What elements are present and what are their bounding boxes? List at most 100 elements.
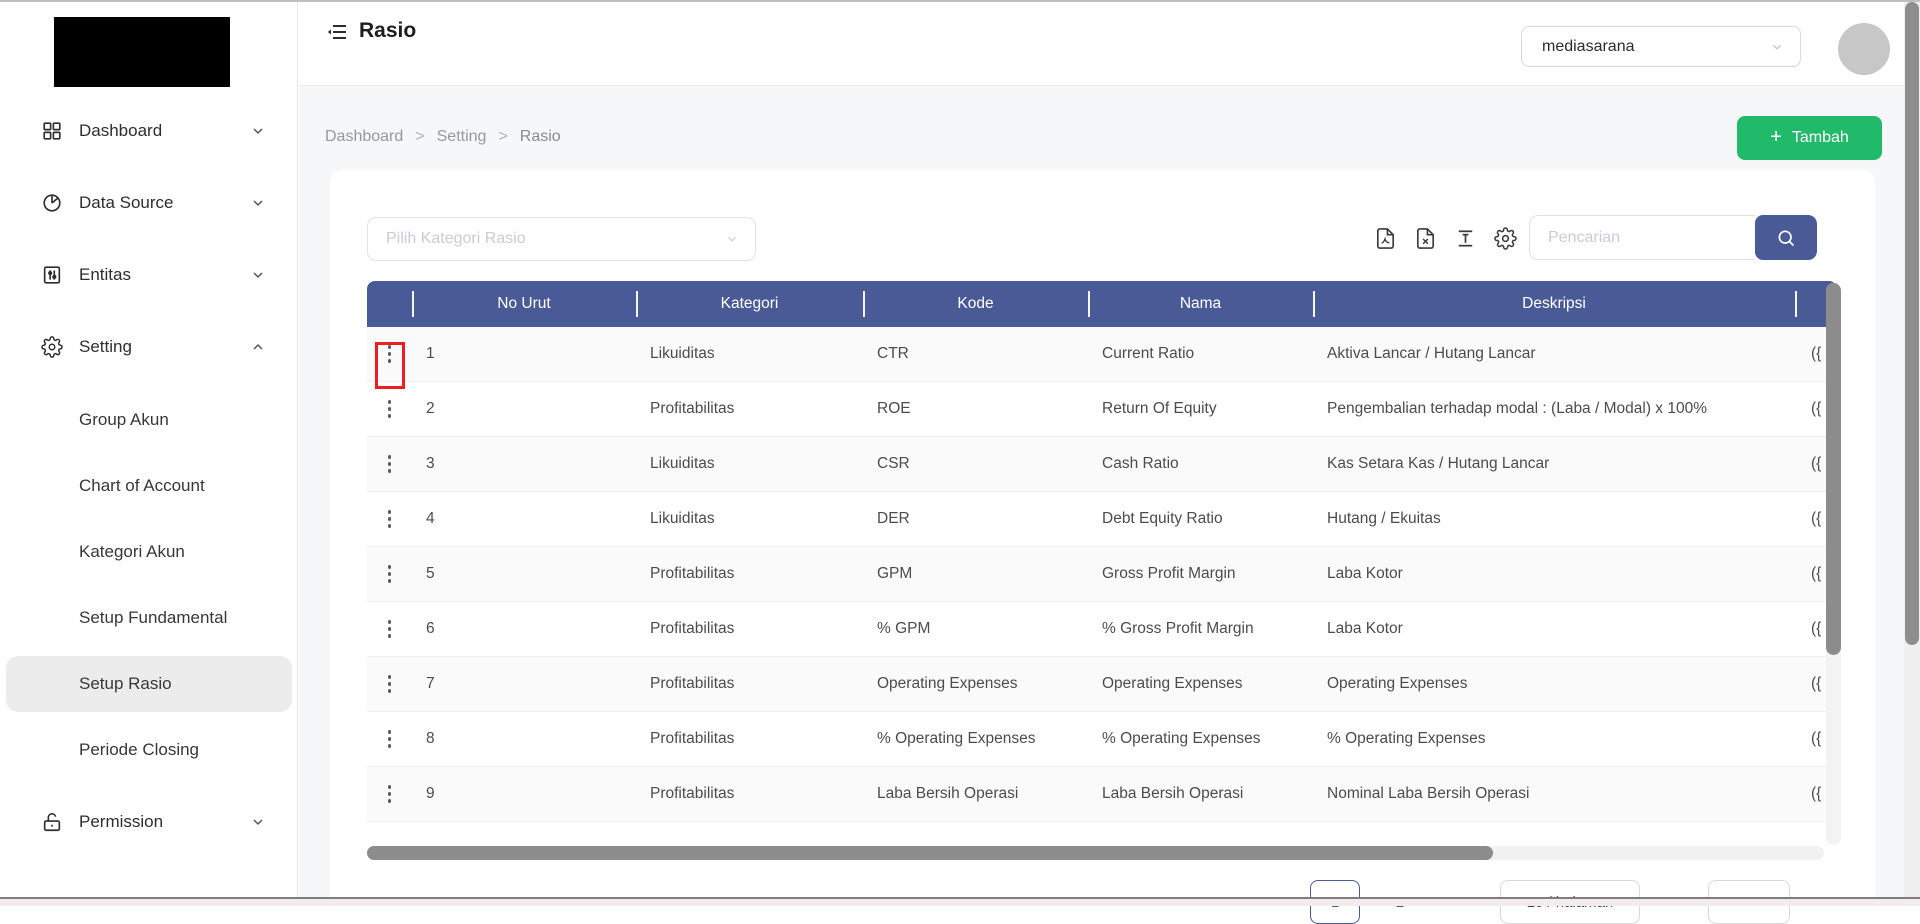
cell-deskripsi: Kas Setara Kas / Hutang Lancar bbox=[1313, 455, 1795, 473]
row-actions-menu[interactable] bbox=[367, 730, 412, 748]
search-button[interactable] bbox=[1755, 215, 1817, 260]
cell-nama: % Operating Expenses bbox=[1088, 730, 1313, 748]
table-row: 9ProfitabilitasLaba Bersih OperasiLaba B… bbox=[367, 767, 1837, 822]
horizontal-scrollbar-thumb[interactable] bbox=[367, 846, 1493, 860]
gear-icon bbox=[41, 336, 63, 358]
table-row: 4LikuiditasDERDebt Equity RatioHutang / … bbox=[367, 492, 1837, 547]
sidebar-item-chart-of-account[interactable]: Chart of Account bbox=[0, 459, 298, 513]
cell-nama: % Gross Profit Margin bbox=[1088, 620, 1313, 638]
cell-nama: Cash Ratio bbox=[1088, 455, 1313, 473]
table-header-no-urut: No Urut bbox=[412, 281, 636, 327]
workspace-select[interactable]: mediasarana bbox=[1521, 26, 1801, 67]
cell-kategori: Likuiditas bbox=[636, 345, 863, 363]
kebab-icon bbox=[388, 730, 392, 748]
table-card: Pilih Kategori Rasio bbox=[330, 170, 1875, 906]
cell-no: 7 bbox=[412, 675, 636, 693]
page-scrollbar-thumb[interactable] bbox=[1905, 2, 1919, 645]
table-row: 6Profitabilitas% GPM% Gross Profit Margi… bbox=[367, 602, 1837, 657]
row-actions-menu[interactable] bbox=[367, 510, 412, 528]
cell-nama: Operating Expenses bbox=[1088, 675, 1313, 693]
cell-no: 8 bbox=[412, 730, 636, 748]
top-bar: Rasio mediasarana bbox=[299, 2, 1920, 86]
avatar[interactable] bbox=[1838, 23, 1890, 75]
pdf-export-icon[interactable] bbox=[1374, 227, 1397, 250]
kebab-icon bbox=[388, 510, 392, 528]
sidebar-item-entitas[interactable]: Entitas bbox=[0, 241, 298, 309]
sidebar-item-group-akun[interactable]: Group Akun bbox=[0, 393, 298, 447]
row-actions-menu[interactable] bbox=[367, 785, 412, 803]
sidebar-item-data-source[interactable]: Data Source bbox=[0, 169, 298, 237]
sidebar-item-dashboard[interactable]: Dashboard bbox=[0, 97, 298, 165]
highlight-box bbox=[375, 342, 405, 389]
cell-kode: GPM bbox=[863, 565, 1088, 583]
table-header-actions bbox=[367, 281, 412, 327]
breadcrumb: Dashboard > Setting > Rasio bbox=[325, 128, 561, 146]
column-settings-gear-icon[interactable] bbox=[1494, 227, 1517, 250]
cell-deskripsi: Laba Kotor bbox=[1313, 565, 1795, 583]
search-icon bbox=[1776, 228, 1796, 248]
sidebar-item-label: Setting bbox=[79, 337, 132, 357]
text-height-icon[interactable] bbox=[1454, 227, 1477, 250]
sidebar-item-kategori-akun[interactable]: Kategori Akun bbox=[0, 525, 298, 579]
content-area: Dashboard > Setting > Rasio + Tambah Pil… bbox=[299, 86, 1904, 906]
chevron-down-icon bbox=[725, 232, 739, 246]
row-actions-menu[interactable] bbox=[367, 400, 412, 418]
kebab-icon bbox=[388, 620, 392, 638]
page-scrollbar-track bbox=[1904, 2, 1920, 906]
kebab-icon bbox=[388, 400, 392, 418]
sidebar-item-setup-rasio[interactable]: Setup Rasio bbox=[0, 657, 298, 711]
kebab-icon bbox=[388, 785, 392, 803]
excel-export-icon[interactable] bbox=[1414, 227, 1437, 250]
cell-kategori: Profitabilitas bbox=[636, 730, 863, 748]
sidebar-subitem-label: Group Akun bbox=[79, 410, 169, 430]
cell-nama: Debt Equity Ratio bbox=[1088, 510, 1313, 528]
category-filter-select[interactable]: Pilih Kategori Rasio bbox=[367, 217, 756, 261]
breadcrumb-setting[interactable]: Setting bbox=[437, 128, 487, 146]
grid-icon bbox=[41, 120, 63, 142]
table-header-deskripsi: Deskripsi bbox=[1313, 281, 1795, 327]
add-button-label: Tambah bbox=[1792, 129, 1849, 147]
sidebar-item-permission[interactable]: Permission bbox=[0, 788, 298, 856]
chevron-down-icon bbox=[250, 814, 266, 830]
cell-kategori: Profitabilitas bbox=[636, 565, 863, 583]
cell-no: 5 bbox=[412, 565, 636, 583]
row-actions-menu[interactable] bbox=[367, 565, 412, 583]
sidebar-subitem-label: Chart of Account bbox=[79, 476, 205, 496]
window-bottom-strip bbox=[0, 899, 1920, 906]
chevron-down-icon bbox=[250, 123, 266, 139]
sidebar-item-setting[interactable]: Setting bbox=[0, 313, 298, 381]
cell-deskripsi: Pengembalian terhadap modal : (Laba / Mo… bbox=[1313, 400, 1795, 418]
cell-deskripsi: % Operating Expenses bbox=[1313, 730, 1795, 748]
chevron-up-icon bbox=[250, 339, 266, 355]
cell-kategori: Likuiditas bbox=[636, 455, 863, 473]
table-scrollbar-thumb[interactable] bbox=[1826, 283, 1841, 655]
sidebar-subitem-label: Setup Rasio bbox=[79, 674, 172, 694]
table-row: 1LikuiditasCTRCurrent RatioAktiva Lancar… bbox=[367, 327, 1837, 382]
table-header-kode: Kode bbox=[863, 281, 1088, 327]
cell-no: 4 bbox=[412, 510, 636, 528]
sidebar-item-periode-closing[interactable]: Periode Closing bbox=[0, 723, 298, 777]
table-row: 5ProfitabilitasGPMGross Profit MarginLab… bbox=[367, 547, 1837, 602]
sidebar-subitem-label: Kategori Akun bbox=[79, 542, 185, 562]
cell-kategori: Profitabilitas bbox=[636, 400, 863, 418]
sliders-icon bbox=[41, 264, 63, 286]
add-button[interactable]: + Tambah bbox=[1737, 116, 1882, 160]
unlock-icon bbox=[41, 811, 63, 833]
search-input[interactable] bbox=[1529, 215, 1755, 260]
kebab-icon bbox=[388, 455, 392, 473]
row-actions-menu[interactable] bbox=[367, 455, 412, 473]
sidebar-item-label: Dashboard bbox=[79, 121, 162, 141]
breadcrumb-separator: > bbox=[498, 128, 507, 146]
row-actions-menu[interactable] bbox=[367, 675, 412, 693]
cell-kode: CSR bbox=[863, 455, 1088, 473]
table-header-row: No Urut Kategori Kode Nama Deskripsi bbox=[367, 281, 1837, 327]
menu-fold-icon[interactable] bbox=[325, 20, 349, 44]
row-actions-menu[interactable] bbox=[367, 620, 412, 638]
pie-icon bbox=[41, 192, 63, 214]
table-header-kategori: Kategori bbox=[636, 281, 863, 327]
breadcrumb-dashboard[interactable]: Dashboard bbox=[325, 128, 403, 146]
chevron-down-icon bbox=[250, 267, 266, 283]
cell-kode: Laba Bersih Operasi bbox=[863, 785, 1088, 803]
cell-nama: Return Of Equity bbox=[1088, 400, 1313, 418]
sidebar-item-setup-fundamental[interactable]: Setup Fundamental bbox=[0, 591, 298, 645]
